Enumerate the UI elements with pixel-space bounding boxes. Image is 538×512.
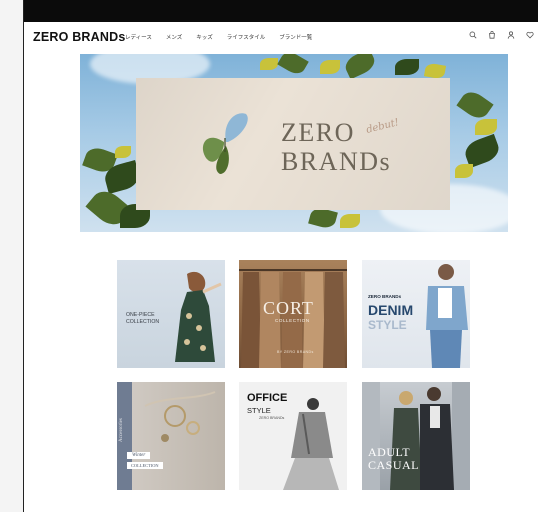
hero-banner[interactable]: ZERO BRANDs debut! (80, 54, 508, 232)
tile-label: ONE-PIECE COLLECTION (126, 312, 159, 326)
leaf-shape (456, 87, 494, 123)
leaf-shape (475, 119, 497, 135)
model-figure (426, 264, 468, 368)
nav-item-mens[interactable]: メンズ (166, 33, 182, 41)
leaf-shape (461, 133, 503, 169)
category-tile-office[interactable]: OFFICE STYLE ZERO BRANDs (239, 382, 347, 490)
category-tile-one-piece[interactable]: ONE-PIECE COLLECTION (117, 260, 225, 368)
tile-label: Winter (127, 452, 151, 459)
leaf-shape (395, 59, 419, 75)
heart-icon[interactable] (526, 31, 534, 39)
web-page: ZERO BRANDs レディース メンズ キッズ ライフスタイル ブランド一覧 (25, 22, 538, 512)
nav-item-ladies[interactable]: レディース (125, 33, 152, 41)
tile-label: DENIM (368, 302, 414, 318)
tile-label-line2: COLLECTION (126, 319, 160, 325)
search-icon[interactable] (469, 31, 477, 39)
tile-caption: ZERO BRANDs (259, 416, 285, 420)
site-header: ZERO BRANDs レディース メンズ キッズ ライフスタイル ブランド一覧 (25, 22, 538, 52)
device-left-bezel (0, 0, 24, 512)
nav-item-brands[interactable]: ブランド一覧 (279, 33, 312, 41)
hero-card: ZERO BRANDs debut! (136, 78, 450, 210)
site-logo[interactable]: ZERO BRANDs (33, 30, 125, 44)
tile-caption: BY ZERO BRANDs (277, 350, 314, 354)
tile-sublabel: COLLECTION (275, 318, 310, 323)
nav-item-lifestyle[interactable]: ライフスタイル (227, 33, 266, 41)
tile-label-line2: CASUAL (368, 458, 420, 472)
tile-label: OFFICE (247, 392, 288, 404)
main-nav: レディース メンズ キッズ ライフスタイル ブランド一覧 (125, 33, 312, 41)
leaf-shape (115, 146, 131, 158)
user-icon[interactable] (507, 31, 515, 39)
category-tile-coat[interactable]: CORT COLLECTION BY ZERO BRANDs (239, 260, 347, 368)
category-tile-denim[interactable]: ZERO BRANDs DENIM STYLE (362, 260, 470, 368)
model-figure (283, 398, 339, 490)
leaf-shape (320, 60, 340, 74)
tile-sublabel: STYLE (368, 318, 407, 332)
category-tile-accessories[interactable]: Accessories Winter COLLECTION (117, 382, 225, 490)
tile-caption: ZERO BRANDs (368, 294, 402, 299)
tile-label: CORT (263, 298, 314, 318)
model-figure (175, 271, 222, 362)
tile-side-label: Accessories (119, 418, 124, 442)
category-tile-adult-casual[interactable]: ADULT CASUAL (362, 382, 470, 490)
butterfly-icon (202, 113, 248, 174)
device-top-bezel (0, 0, 538, 22)
leaf-shape (455, 164, 473, 178)
couple-image (362, 382, 470, 490)
header-icons (469, 31, 534, 39)
leaf-shape (260, 58, 278, 70)
hero-title-line2: BRANDs (281, 147, 392, 176)
tile-sublabel: STYLE (247, 406, 271, 415)
leaf-shape (340, 214, 360, 228)
tile-label: ADULT CASUAL (368, 446, 419, 472)
tile-label-line1: ONE-PIECE (126, 312, 155, 318)
leaf-shape (342, 54, 378, 80)
nav-item-kids[interactable]: キッズ (196, 33, 213, 41)
tile-sublabel: COLLECTION (127, 462, 163, 469)
cart-icon[interactable] (488, 31, 496, 39)
leaf-shape (277, 54, 309, 78)
